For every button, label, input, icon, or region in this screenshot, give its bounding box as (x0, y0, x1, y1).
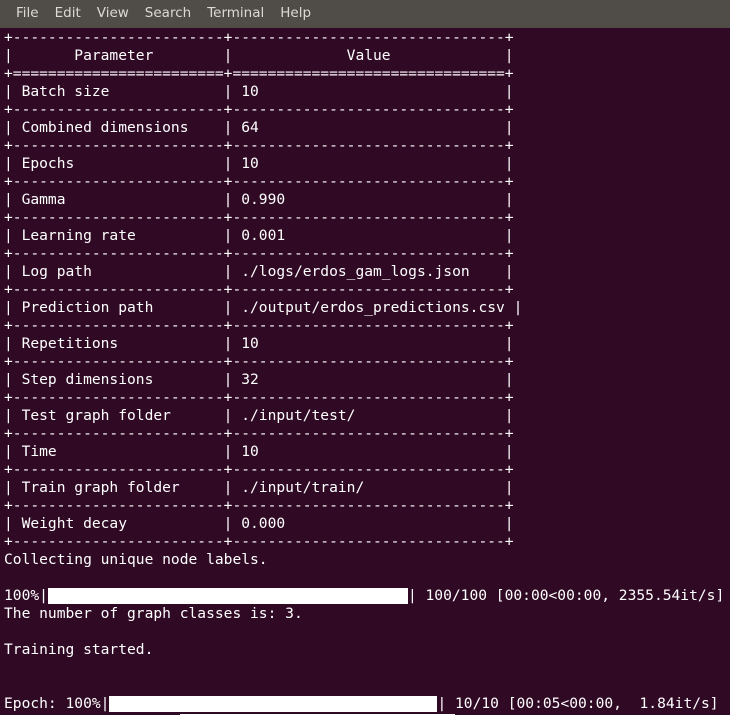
table-rule-top: +------------------------+--------------… (4, 29, 514, 46)
table-row: | Step dimensions | 32 | (4, 371, 514, 388)
table-row: | Weight decay | 0.000 | (4, 515, 514, 532)
table-row: | Repetitions | 10 | (4, 335, 514, 352)
progress-suffix: | 10/10 [00:05<00:00, 1.84it/s] (437, 695, 719, 712)
progress-bar-nodes: 100%| | 100/100 [00:00<00:00, 2355.54it/… (4, 587, 730, 605)
menu-item-view[interactable]: View (89, 4, 137, 24)
log-line-collecting: Collecting unique node labels. (4, 551, 268, 568)
table-rule: +------------------------+--------------… (4, 425, 514, 442)
table-row: | Prediction path | ./output/erdos_predi… (4, 299, 523, 316)
menu-bar: File Edit View Search Terminal Help (0, 0, 730, 28)
table-row: | Time | 10 | (4, 443, 514, 460)
menu-item-file[interactable]: File (8, 4, 47, 24)
table-rule: +------------------------+--------------… (4, 137, 514, 154)
progress-fill (109, 696, 438, 712)
menu-item-help[interactable]: Help (272, 4, 319, 24)
progress-prefix: 100%| (4, 587, 48, 604)
table-rule: +------------------------+--------------… (4, 389, 514, 406)
progress-fill (47, 588, 408, 604)
progress-suffix: | 100/100 [00:00<00:00, 2355.54it/s] (407, 587, 725, 604)
table-rule: +------------------------+--------------… (4, 353, 514, 370)
table-row: | Learning rate | 0.001 | (4, 227, 514, 244)
table-row: | Log path | ./logs/erdos_gam_logs.json … (4, 263, 514, 280)
progress-bar-epoch: Epoch: 100%| | 10/10 [00:05<00:00, 1.84i… (4, 695, 730, 713)
table-rule: +------------------------+--------------… (4, 497, 514, 514)
menu-item-terminal[interactable]: Terminal (199, 4, 272, 24)
table-row: | Epochs | 10 | (4, 155, 514, 172)
table-row: | Test graph folder | ./input/test/ | (4, 407, 514, 424)
log-line-graph-classes: The number of graph classes is: 3. (4, 605, 303, 622)
menu-item-edit[interactable]: Edit (47, 4, 89, 24)
table-rule: +------------------------+--------------… (4, 173, 514, 190)
table-row: | Combined dimensions | 64 | (4, 119, 514, 136)
menu-item-search[interactable]: Search (137, 4, 199, 24)
table-rule: +------------------------+--------------… (4, 317, 514, 334)
table-rule: +------------------------+--------------… (4, 245, 514, 262)
table-rule: +------------------------+--------------… (4, 101, 514, 118)
table-row: | Gamma | 0.990 | (4, 191, 514, 208)
log-line-training-started: Training started. (4, 641, 154, 658)
table-rule-header: +========================+==============… (4, 65, 514, 82)
table-rule: +------------------------+--------------… (4, 281, 514, 298)
table-row: | Batch size | 10 | (4, 83, 514, 100)
table-header-row: | Parameter | Value | (4, 47, 514, 64)
terminal-output[interactable]: +------------------------+--------------… (0, 28, 730, 715)
table-rule: +------------------------+--------------… (4, 209, 514, 226)
table-rule: +------------------------+--------------… (4, 461, 514, 478)
table-rule-bottom: +------------------------+--------------… (4, 533, 514, 550)
table-row: | Train graph folder | ./input/train/ | (4, 479, 514, 496)
progress-prefix: Epoch: 100%| (4, 695, 110, 712)
